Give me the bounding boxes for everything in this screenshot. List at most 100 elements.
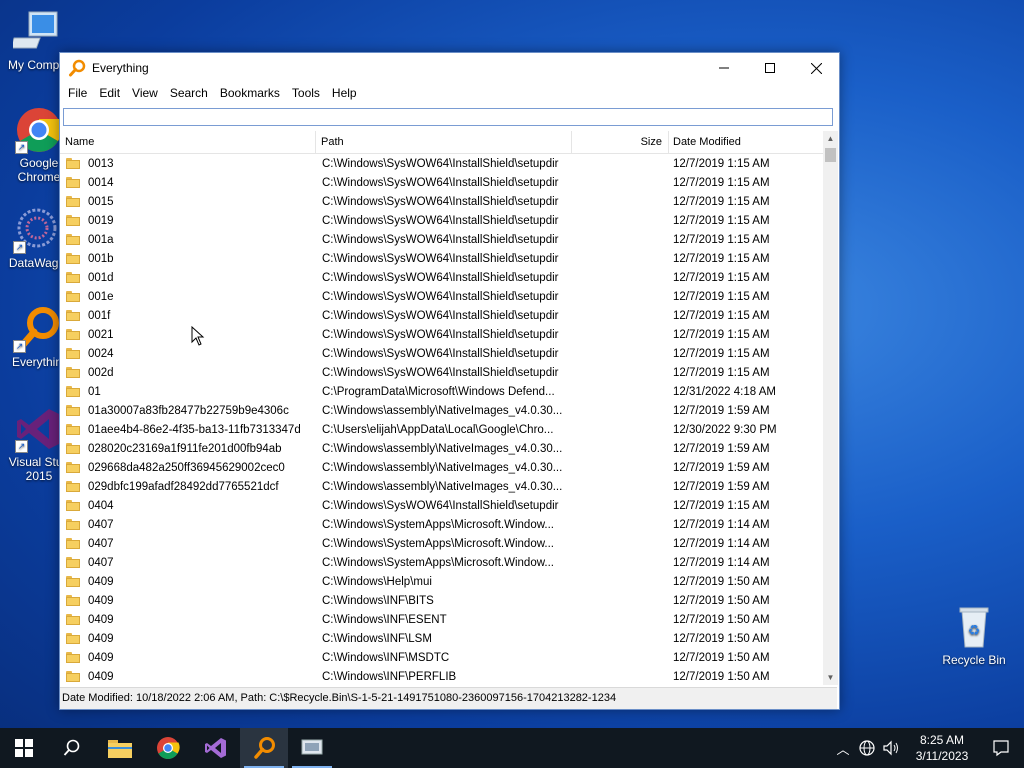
folder-icon [66,234,80,245]
table-row[interactable]: 029668da482a250ff36945629002cec0 C:\Windo… [60,458,822,477]
cell-path: C:\Windows\SysWOW64\InstallShield\setupd… [322,157,559,170]
table-row[interactable]: 028020c23169a1f911fe201d00fb94ab C:\Windo… [60,439,822,458]
cell-name: 0409 [60,652,316,664]
table-row[interactable]: 0014 C:\Windows\SysWOW64\InstallShield\se… [60,173,822,192]
cell-name: 001d [60,272,316,284]
column-size[interactable]: Size [572,131,669,153]
column-name[interactable]: Name [60,131,316,153]
table-row[interactable]: 0407 C:\Windows\SystemApps\Microsoft.Wind… [60,515,822,534]
menu-search[interactable]: Search [164,86,214,100]
desktop-icon-label: Recycle Bin [942,653,1006,667]
table-row[interactable]: 01aee4b4-86e2-4f35-ba13-11fb7313347d C:\U… [60,420,822,439]
table-row[interactable]: 0409 C:\Windows\INF\PERFLIB 12/7/2019 1:50… [60,667,822,685]
table-row[interactable]: 0407 C:\Windows\SystemApps\Microsoft.Wind… [60,553,822,572]
taskbar-search-button[interactable] [48,728,96,768]
folder-icon [66,538,80,549]
folder-icon [66,519,80,530]
cell-date-modified: 12/7/2019 1:15 AM [673,347,770,360]
cell-date-modified: 12/7/2019 1:50 AM [673,575,770,588]
table-row[interactable]: 0404 C:\Windows\SysWOW64\InstallShield\se… [60,496,822,515]
network-globe-icon[interactable] [858,739,876,757]
menu-bookmarks[interactable]: Bookmarks [214,86,286,100]
scroll-up-icon[interactable]: ▲ [823,131,838,146]
folder-icon [66,614,80,625]
cell-date-modified: 12/7/2019 1:50 AM [673,613,770,626]
desktop-icon-recycle-bin[interactable]: ♻ Recycle Bin [937,603,1011,667]
cell-name: 0021 [60,329,316,341]
cell-path: C:\Windows\SystemApps\Microsoft.Window..… [322,518,554,531]
file-name: 01aee4b4-86e2-4f35-ba13-11fb7313347d [88,423,301,436]
table-row[interactable]: 001d C:\Windows\SysWOW64\InstallShield\se… [60,268,822,287]
table-row[interactable]: 0021 C:\Windows\SysWOW64\InstallShield\se… [60,325,822,344]
table-row[interactable]: 0409 C:\Windows\INF\ESENT 12/7/2019 1:50 A… [60,610,822,629]
notifications-button[interactable] [978,728,1024,768]
cell-path: C:\Windows\SystemApps\Microsoft.Window..… [322,537,554,550]
chevron-up-icon[interactable]: ︿ [832,739,854,758]
scroll-thumb[interactable] [825,148,836,162]
folder-icon [66,215,80,226]
taskbar-chrome[interactable] [144,728,192,768]
folder-icon [66,500,80,511]
table-row[interactable]: 029dbfc199afadf28492dd7765521dcf C:\Windo… [60,477,822,496]
table-row[interactable]: 0409 C:\Windows\INF\BITS 12/7/2019 1:50 AM [60,591,822,610]
menu-help[interactable]: Help [326,86,363,100]
taskbar-everything[interactable] [240,728,288,768]
volume-icon[interactable] [882,739,900,757]
taskbar-file-explorer[interactable] [96,728,144,768]
table-row[interactable]: 01a30007a83fb28477b22759b9e4306c C:\Windo… [60,401,822,420]
table-row[interactable]: 0015 C:\Windows\SysWOW64\InstallShield\se… [60,192,822,211]
vertical-scrollbar[interactable]: ▲ ▼ [823,131,838,685]
shortcut-arrow-icon: ↗ [13,241,26,254]
table-row[interactable]: 0409 C:\Windows\INF\LSM 12/7/2019 1:50 AM [60,629,822,648]
folder-icon [66,367,80,378]
start-button[interactable] [0,728,48,768]
close-button[interactable] [793,53,839,83]
clock-time: 8:25 AM [919,733,965,747]
file-name: 029668da482a250ff36945629002cec0 [88,461,285,474]
clock[interactable]: 8:25 AM 3/11/2023 [906,732,978,764]
mouse-cursor-icon [191,326,205,346]
cell-path: C:\Windows\INF\MSDTC [322,651,450,664]
scroll-down-icon[interactable]: ▼ [823,670,838,685]
table-row[interactable]: 001b C:\Windows\SysWOW64\InstallShield\se… [60,249,822,268]
table-row[interactable]: 0409 C:\Windows\Help\mui 12/7/2019 1:50 AM [60,572,822,591]
cell-name: 028020c23169a1f911fe201d00fb94ab [60,443,316,455]
cell-date-modified: 12/7/2019 1:15 AM [673,252,770,265]
table-row[interactable]: 01 C:\ProgramData\Microsoft\Windows Defen… [60,382,822,401]
menu-view[interactable]: View [126,86,164,100]
system-tray: ︿ 8:25 AM 3/11/2023 [832,728,1024,768]
everything-app-icon [69,59,86,77]
cell-name: 0409 [60,576,316,588]
table-row[interactable]: 0013 C:\Windows\SysWOW64\InstallShield\se… [60,154,822,173]
column-date-modified[interactable]: Date Modified [669,131,821,153]
menu-edit[interactable]: Edit [93,86,126,100]
table-row[interactable]: 0024 C:\Windows\SysWOW64\InstallShield\se… [60,344,822,363]
column-path[interactable]: Path [316,131,572,153]
cell-date-modified: 12/7/2019 1:15 AM [673,309,770,322]
cell-name: 002d [60,367,316,379]
cell-path: C:\Windows\SysWOW64\InstallShield\setupd… [322,271,559,284]
minimize-button[interactable] [701,53,747,83]
cell-date-modified: 12/7/2019 1:15 AM [673,233,770,246]
table-row[interactable]: 001e C:\Windows\SysWOW64\InstallShield\se… [60,287,822,306]
table-row[interactable]: 001a C:\Windows\SysWOW64\InstallShield\se… [60,230,822,249]
table-row[interactable]: 001f C:\Windows\SysWOW64\InstallShield\se… [60,306,822,325]
menu-tools[interactable]: Tools [286,86,326,100]
cell-date-modified: 12/7/2019 1:14 AM [673,518,770,531]
folder-icon [66,595,80,606]
menu-file[interactable]: File [62,86,93,100]
table-row[interactable]: 0409 C:\Windows\INF\MSDTC 12/7/2019 1:50 A… [60,648,822,667]
cell-date-modified: 12/7/2019 1:15 AM [673,366,770,379]
folder-icon [66,405,80,416]
taskbar-datawagon[interactable] [288,728,336,768]
file-name: 001b [88,252,114,265]
cell-date-modified: 12/7/2019 1:15 AM [673,328,770,341]
table-row[interactable]: 0407 C:\Windows\SystemApps\Microsoft.Wind… [60,534,822,553]
table-row[interactable]: 0019 C:\Windows\SysWOW64\InstallShield\se… [60,211,822,230]
cell-path: C:\Windows\SysWOW64\InstallShield\setupd… [322,309,559,322]
search-input[interactable] [63,108,833,126]
maximize-button[interactable] [747,53,793,83]
table-row[interactable]: 002d C:\Windows\SysWOW64\InstallShield\se… [60,363,822,382]
taskbar-visual-studio[interactable] [192,728,240,768]
title-bar[interactable]: Everything [60,53,839,83]
